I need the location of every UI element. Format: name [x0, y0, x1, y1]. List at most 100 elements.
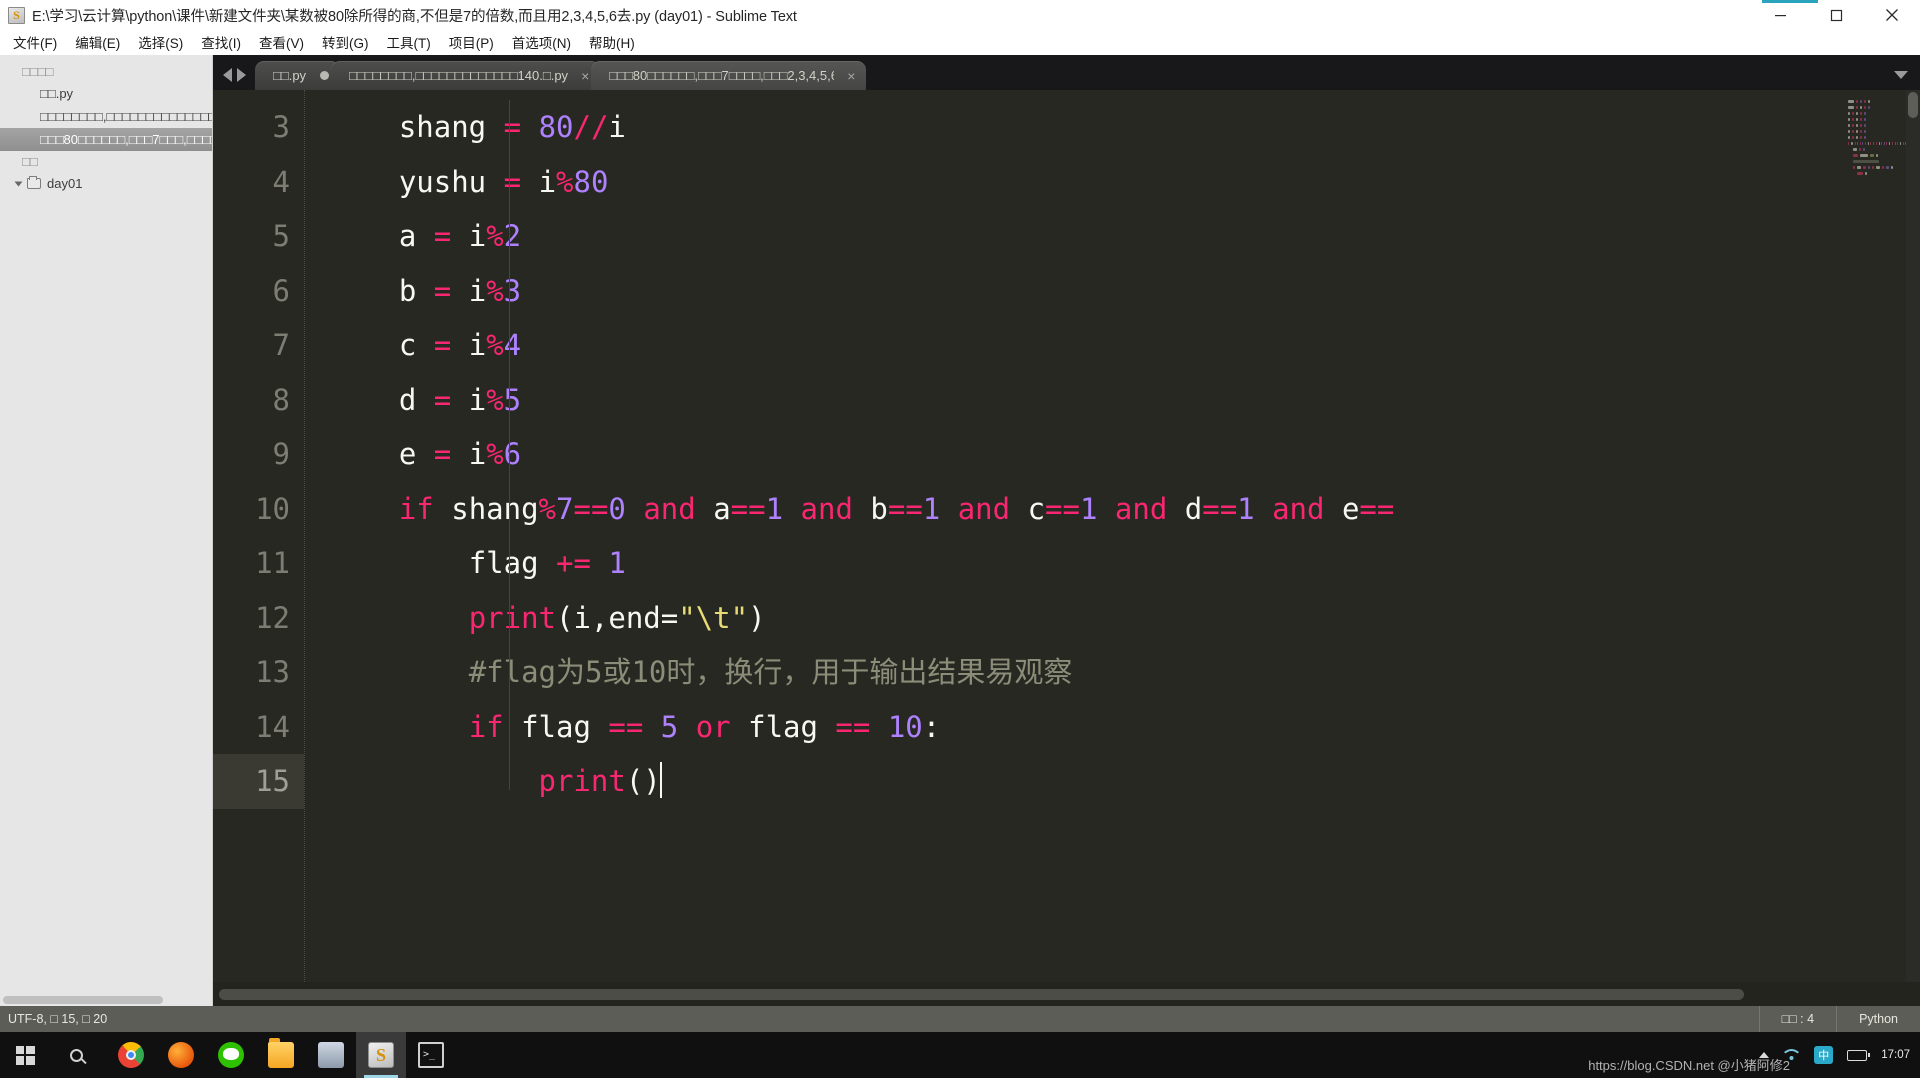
minimize-icon[interactable] — [1752, 0, 1808, 30]
minimap-token — [1864, 130, 1867, 133]
close-icon[interactable]: × — [581, 69, 589, 83]
taskbar-app-other[interactable] — [306, 1032, 356, 1078]
arrow-right-icon[interactable] — [237, 68, 246, 82]
code-token: i — [608, 110, 626, 144]
sidebar-open-file-1[interactable]: □□.py — [0, 82, 212, 105]
code-line[interactable]: if flag == 5 or flag == 10: — [329, 700, 1920, 755]
taskbar-app-firefox[interactable] — [156, 1032, 206, 1078]
status-tab-size[interactable]: □□ : 4 — [1758, 1006, 1836, 1032]
menu-item-tools[interactable]: 工具(T) — [378, 30, 440, 55]
code-token: print — [538, 764, 626, 798]
menu-item-selection[interactable]: 选择(S) — [129, 30, 192, 55]
code-token: if — [468, 709, 504, 744]
taskbar-apps — [106, 1032, 456, 1078]
sidebar-folder-day01[interactable]: day01 — [0, 172, 212, 195]
sidebar-open-file-2[interactable]: □□□□□□□□,□□□□□□□□□□□□□□□ — [0, 105, 212, 128]
battery-icon[interactable] — [1847, 1049, 1871, 1061]
code-token: i — [468, 328, 487, 362]
menu-item-edit[interactable]: 编辑(E) — [66, 30, 129, 55]
minimap-token — [1856, 118, 1859, 121]
code-token: and — [643, 491, 696, 526]
tab-1[interactable]: □□.py — [255, 61, 341, 90]
line-number: 14 — [255, 709, 290, 744]
taskbar-app-chrome[interactable] — [106, 1032, 156, 1078]
code-token: = — [503, 110, 522, 144]
tab-2[interactable]: □□□□□□□□,□□□□□□□□□□□□□140.□.py × — [331, 61, 601, 90]
editor-horizontal-scrollbar[interactable] — [213, 982, 1920, 1006]
minimap-line — [1844, 136, 1914, 140]
code-token: c — [1027, 491, 1046, 526]
minimap-token — [1852, 118, 1855, 121]
minimap-line — [1844, 166, 1914, 170]
taskbar-app-terminal[interactable] — [406, 1032, 456, 1078]
minimap-token — [1856, 112, 1859, 115]
code-line[interactable]: b = i%3 — [329, 264, 1920, 319]
taskbar-app-wechat[interactable] — [206, 1032, 256, 1078]
tab-1-modified-dot[interactable] — [320, 71, 330, 80]
code-line[interactable]: d = i%5 — [329, 373, 1920, 428]
menu-item-goto[interactable]: 转到(G) — [313, 30, 378, 55]
minimap-line — [1844, 112, 1914, 116]
start-button[interactable] — [0, 1032, 50, 1078]
vertical-scrollbar-thumb[interactable] — [1908, 92, 1918, 118]
menu-item-preferences[interactable]: 首选项(N) — [503, 30, 580, 55]
minimap-token — [1889, 142, 1890, 145]
code-line[interactable]: print(i,end="\t") — [329, 591, 1920, 646]
close-icon[interactable] — [1864, 0, 1920, 30]
menu-item-project[interactable]: 项目(P) — [440, 30, 503, 55]
code-token: = — [433, 437, 452, 471]
taskbar-search-button[interactable] — [50, 1032, 102, 1078]
chevron-down-icon[interactable] — [1894, 71, 1908, 79]
code-line[interactable]: flag += 1 — [329, 536, 1920, 591]
menu-item-help[interactable]: 帮助(H) — [580, 30, 644, 55]
close-icon[interactable]: × — [847, 69, 855, 83]
tab-3[interactable]: □□□80□□□□□□,□□□7□□□□,□□□2,3,4,5,6□.py × — [591, 61, 867, 90]
minimap-token — [1852, 124, 1855, 127]
tab-strip: □□.py □□□□□□□□,□□□□□□□□□□□□□140.□.py × □… — [213, 55, 1920, 90]
code-line[interactable]: if shang%7==0 and a==1 and b==1 and c==1… — [329, 482, 1920, 537]
code-line[interactable]: c = i%4 — [329, 318, 1920, 373]
code-line[interactable]: e = i%6 — [329, 427, 1920, 482]
menu-item-find[interactable]: 查找(I) — [192, 30, 250, 55]
menu-item-view[interactable]: 查看(V) — [250, 30, 313, 55]
line-number: 5 — [272, 219, 290, 253]
maximize-icon[interactable] — [1808, 0, 1864, 30]
minimap-token — [1863, 106, 1866, 109]
code-line[interactable]: shang = 80//i — [329, 100, 1920, 155]
vertical-scrollbar[interactable] — [1906, 90, 1920, 982]
sidebar-folder-label: day01 — [47, 176, 83, 191]
code-token: % — [486, 328, 504, 362]
arrow-left-icon[interactable] — [223, 68, 232, 82]
code-editor[interactable]: shang = 80//i yushu = i%80 a = i%2 b = i… — [305, 90, 1920, 982]
sidebar-open-file-3[interactable]: □□□80□□□□□□,□□□7□□□,□□□□ — [0, 128, 212, 151]
tab-1-label: □□.py — [273, 68, 307, 83]
menu-item-file[interactable]: 文件(F) — [4, 30, 66, 55]
code-line[interactable]: #flag为5或10时，换行，用于输出结果易观察 — [329, 645, 1920, 700]
title-bar-left: E:\学习\云计算\python\课件\新建文件夹\某数被80除所得的商,不但是… — [0, 5, 1752, 26]
code-token: 5 — [660, 709, 679, 744]
code-line[interactable]: print() — [329, 754, 1920, 809]
code-token: ) — [748, 600, 766, 635]
minimap-token — [1863, 148, 1866, 151]
sidebar-horizontal-scrollbar[interactable] — [3, 996, 163, 1004]
ime-indicator[interactable]: 中 — [1814, 1046, 1834, 1064]
code-line[interactable]: a = i%2 — [329, 209, 1920, 264]
code-line[interactable]: yushu = i%80 — [329, 155, 1920, 210]
sidebar-section-folders: □□ — [22, 154, 38, 169]
code-token: 1 — [1079, 491, 1098, 526]
status-syntax[interactable]: Python — [1836, 1006, 1920, 1032]
minimap-token — [1897, 142, 1899, 145]
chevron-down-icon[interactable] — [14, 181, 23, 186]
code-token: : — [922, 709, 941, 744]
editor-area[interactable]: 3 4 5 6 7 8 9 10 11 12 13 14 15 shang = 80//i yushu … — [213, 90, 1920, 982]
minimap-line — [1844, 154, 1914, 158]
taskbar-app-explorer[interactable] — [256, 1032, 306, 1078]
editor-horizontal-scrollbar-thumb[interactable] — [219, 988, 1744, 1000]
taskbar-app-sublime[interactable] — [356, 1032, 406, 1078]
taskbar-clock[interactable]: 17:07 — [1881, 1048, 1910, 1062]
